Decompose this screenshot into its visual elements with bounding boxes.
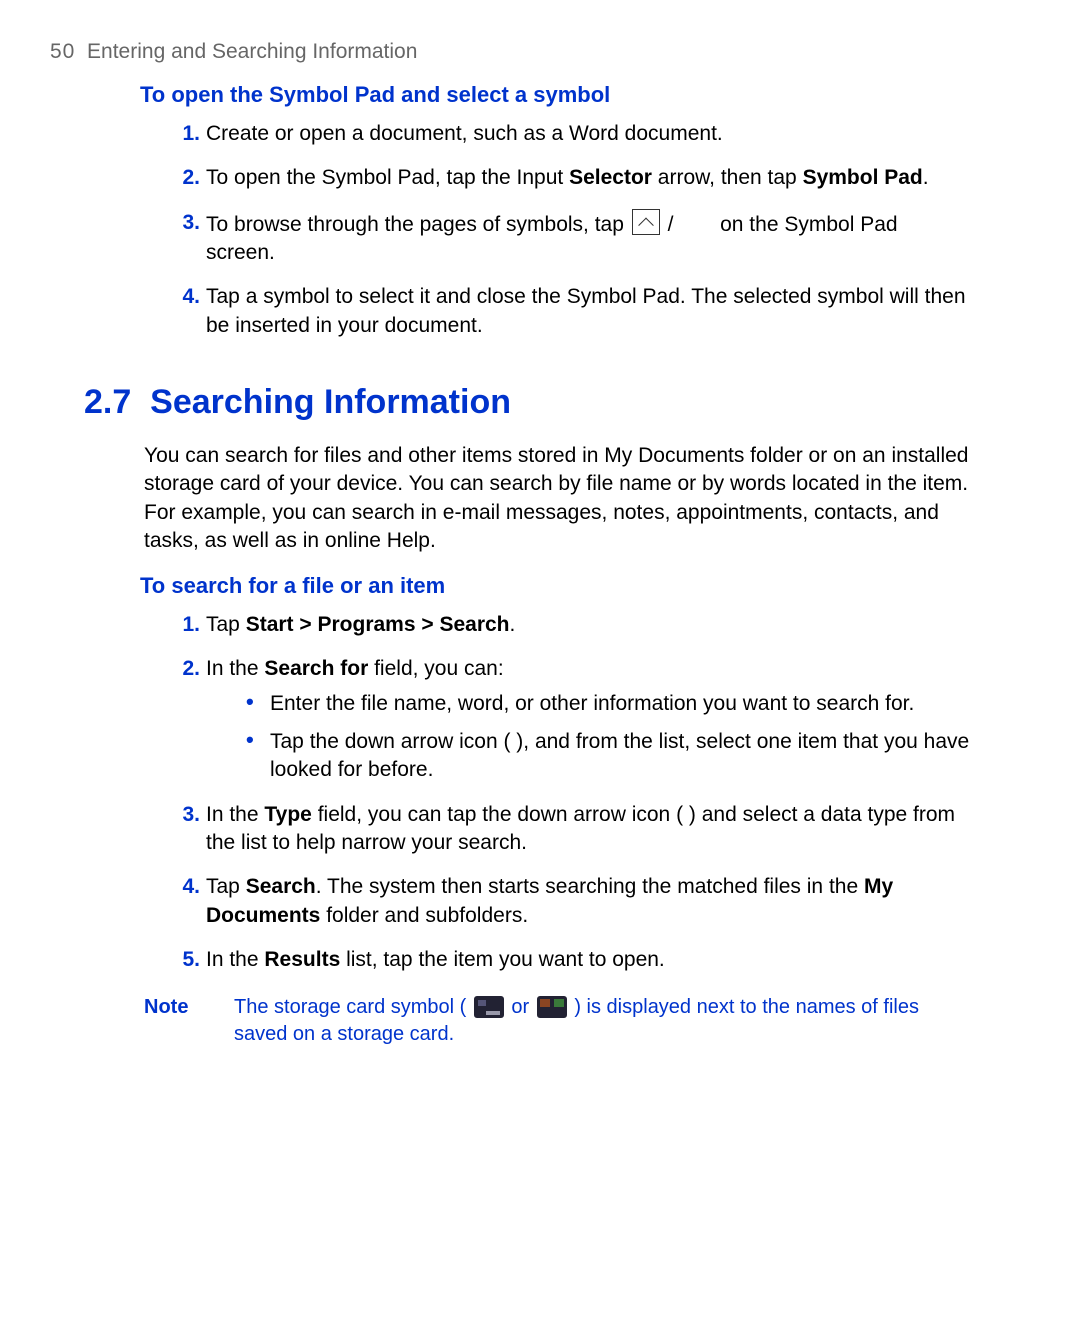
- step-number: 2.: [170, 655, 200, 683]
- step-number: 4.: [170, 283, 200, 311]
- step-1: 1. Tap Start > Programs > Search.: [170, 611, 970, 639]
- bullet-enter-name: Enter the file name, word, or other info…: [242, 690, 970, 718]
- step-2: 2. To open the Symbol Pad, tap the Input…: [170, 164, 970, 192]
- step-text: To browse through the pages of symbols, …: [206, 213, 898, 264]
- step-3: 3. To browse through the pages of symbol…: [170, 209, 970, 268]
- storage-card-icon: [474, 996, 504, 1018]
- step-1: 1. Create or open a document, such as a …: [170, 120, 970, 148]
- step-text: Tap Start > Programs > Search.: [206, 613, 515, 636]
- step-text: In the Results list, tap the item you wa…: [206, 948, 665, 971]
- subhead-symbol-pad: To open the Symbol Pad and select a symb…: [140, 80, 1030, 110]
- page-up-icon: [632, 209, 660, 235]
- step-5: 5. In the Results list, tap the item you…: [170, 946, 970, 974]
- page-number: 50: [50, 40, 75, 63]
- search-steps: 1. Tap Start > Programs > Search. 2. In …: [170, 611, 970, 974]
- step-text: Tap Search. The system then starts searc…: [206, 875, 893, 926]
- section-heading-2-7: 2.7 Searching Information: [84, 380, 1030, 426]
- step-2: 2. In the Search for field, you can: Ent…: [170, 655, 970, 784]
- step-number: 3.: [170, 209, 200, 237]
- note-text: The storage card symbol ( or ) is displa…: [234, 994, 970, 1048]
- step-4: 4. Tap Search. The system then starts se…: [170, 873, 970, 930]
- subhead-search-file: To search for a file or an item: [140, 571, 1030, 601]
- section-number: 2.7: [84, 383, 131, 421]
- step-3: 3. In the Type field, you can tap the do…: [170, 801, 970, 858]
- storage-card-icon: [537, 996, 567, 1018]
- section-intro: You can search for files and other items…: [144, 442, 970, 555]
- chapter-title: Entering and Searching Information: [87, 40, 417, 63]
- step-4: 4. Tap a symbol to select it and close t…: [170, 283, 970, 340]
- step-number: 4.: [170, 873, 200, 901]
- step-text: Tap a symbol to select it and close the …: [206, 285, 966, 336]
- step-number: 1.: [170, 611, 200, 639]
- search-for-options: Enter the file name, word, or other info…: [242, 690, 970, 785]
- step-text: In the Search for field, you can:: [206, 657, 504, 680]
- step-text: To open the Symbol Pad, tap the Input Se…: [206, 166, 929, 189]
- step-text: In the Type field, you can tap the down …: [206, 803, 955, 854]
- step-number: 1.: [170, 120, 200, 148]
- page-header: 50 Entering and Searching Information: [50, 38, 1030, 66]
- step-number: 3.: [170, 801, 200, 829]
- bullet-down-arrow: Tap the down arrow icon ( ), and from th…: [242, 728, 970, 785]
- symbol-pad-steps: 1. Create or open a document, such as a …: [170, 120, 970, 340]
- page: 50 Entering and Searching Information To…: [0, 0, 1080, 1327]
- step-number: 2.: [170, 164, 200, 192]
- note-label: Note: [144, 994, 234, 1048]
- step-number: 5.: [170, 946, 200, 974]
- note: Note The storage card symbol ( or ) is d…: [144, 994, 970, 1048]
- step-text: Create or open a document, such as a Wor…: [206, 122, 723, 145]
- section-title: Searching Information: [150, 383, 511, 421]
